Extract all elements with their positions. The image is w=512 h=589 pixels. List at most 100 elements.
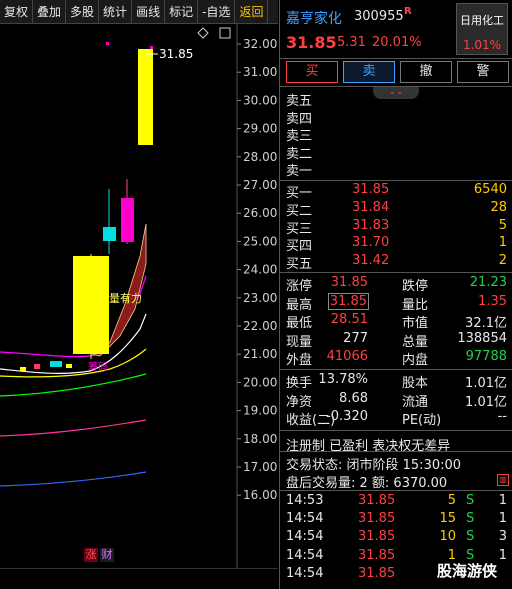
toolbar-stats-button[interactable]: 统计 — [99, 0, 133, 24]
price-axis-label: 26.00 — [243, 206, 277, 220]
stat-row[interactable]: 现量 277 总量 138854 — [280, 330, 512, 350]
divider — [280, 451, 512, 452]
stat-value: 138854 — [457, 330, 507, 346]
stat-value: 1.35 — [478, 293, 507, 309]
stat-label: 市值 — [402, 316, 429, 332]
stat-row[interactable]: 最高 31.85 量比 1.35 — [280, 292, 512, 313]
fundamental-value: 1.01亿 — [465, 376, 507, 391]
bid-label: 买三 — [286, 221, 313, 237]
kline-chart-pane[interactable]: 复权 叠加 多股 统计 画线 标记 -自选 返回 31.85 量有力 筹码 32… — [0, 0, 278, 589]
bid-price: 31.85 — [352, 182, 390, 197]
toolbar-fuquan-button[interactable]: 复权 — [0, 0, 34, 24]
sector-box[interactable]: 日用化工 1.01% — [456, 3, 508, 55]
toolbar-multi-stock-button[interactable]: 多股 — [66, 0, 100, 24]
bid-price: 31.42 — [352, 253, 390, 269]
stat-value: 97788 — [465, 349, 507, 365]
tick-price: 31.85 — [358, 565, 396, 581]
ask-row[interactable]: 卖二 — [280, 143, 512, 162]
chart-dot-1 — [106, 42, 109, 45]
stat-label: 现量 — [286, 334, 313, 350]
bid-row[interactable]: 买五 31.42 2 — [280, 253, 512, 272]
stat-row[interactable]: 最低 28.51 市值 32.1亿 — [280, 312, 512, 332]
price-axis-label: 23.00 — [243, 291, 277, 305]
stat-label: 内盘 — [402, 353, 429, 369]
toolbar-draw-line-button[interactable]: 画线 — [132, 0, 166, 24]
stat-value: 31.85 — [330, 275, 368, 290]
bid-label: 买二 — [286, 203, 313, 219]
price-axis-label: 19.00 — [243, 404, 277, 418]
tick-side: S — [466, 511, 475, 527]
tick-count: 1 — [498, 547, 507, 563]
bid-price: 31.83 — [352, 217, 390, 233]
price-axis-label: 30.00 — [243, 93, 277, 107]
fundamental-row[interactable]: 净资 8.68 流通 1.01亿 — [280, 391, 512, 410]
tick-time: 14:54 — [286, 511, 324, 527]
chart-tag-limit-up[interactable]: 涨 — [84, 548, 98, 562]
ask-row[interactable]: 卖四 — [280, 108, 512, 127]
trade-state-line: 交易状态: 闭市阶段 15:30:00 — [286, 458, 462, 473]
cancel-order-button[interactable]: 撤 — [400, 61, 452, 83]
tick-volume: 10 — [439, 529, 456, 545]
divider — [280, 490, 512, 491]
bid-label: 买一 — [286, 186, 313, 201]
price-axis-label: 24.00 — [243, 263, 277, 277]
stat-value: 28.51 — [330, 312, 368, 328]
stat-row[interactable]: 外盘 41066 内盘 97788 — [280, 349, 512, 369]
stat-value: 21.23 — [469, 275, 507, 290]
toolbar-mark-button[interactable]: 标记 — [165, 0, 199, 24]
buy-button[interactable]: 买 — [286, 61, 338, 83]
price-axis-label: 32.00 — [243, 37, 277, 51]
toolbar-remove-watchlist-button[interactable]: -自选 — [198, 0, 236, 24]
ask-row[interactable]: 卖五 — [280, 90, 512, 109]
tick-row[interactable]: 14:53 31.85 5 S 1 — [280, 493, 512, 511]
ask-label: 卖二 — [286, 146, 313, 162]
price-axis-label: 25.00 — [243, 234, 277, 248]
divider — [280, 58, 512, 59]
fundamental-row[interactable]: 收益(二) -0.320 PE(动) -- — [280, 409, 512, 428]
bid-row[interactable]: 买四 31.70 1 — [280, 235, 512, 254]
alert-button[interactable]: 警 — [457, 61, 509, 83]
tick-count: 1 — [498, 511, 507, 527]
candle-small-3 — [50, 361, 62, 367]
ask-row[interactable]: 卖三 — [280, 125, 512, 144]
candle-magenta — [121, 198, 134, 242]
toolbar-back-button[interactable]: 返回 — [235, 0, 269, 24]
price-axis-label: 29.00 — [243, 122, 277, 136]
fundamental-row[interactable]: 换手 13.78% 股本 1.01亿 — [280, 372, 512, 391]
price-axis-label: 21.00 — [243, 347, 277, 361]
bid-row[interactable]: 买二 31.84 28 — [280, 200, 512, 219]
chart-tag-finance[interactable]: 财 — [100, 548, 114, 562]
chart-toolbar: 复权 叠加 多股 统计 画线 标记 -自选 返回 — [0, 0, 278, 24]
bid-row[interactable]: 买三 31.83 5 — [280, 217, 512, 237]
tick-side: S — [466, 493, 475, 508]
toolbar-overlay-button[interactable]: 叠加 — [33, 0, 67, 24]
divider — [280, 272, 512, 273]
divider — [280, 430, 512, 431]
tick-time: 14:53 — [286, 493, 324, 508]
stat-row[interactable]: 涨停 31.85 跌停 21.23 — [280, 275, 512, 294]
stock-name[interactable]: 嘉亨家化 — [286, 8, 342, 28]
candle-big-yellow — [73, 256, 109, 354]
price-axis-label: 17.00 — [243, 460, 277, 474]
kline-canvas[interactable]: 31.85 量有力 筹码 32.00 31.00 30.00 29.00 28.00 27… — [0, 24, 278, 568]
watermark-text: 股海游侠 — [437, 562, 498, 580]
tick-side: S — [466, 529, 475, 545]
candle-cyan — [103, 227, 116, 241]
stat-value: 41066 — [326, 349, 368, 365]
after-hours-chart-icon[interactable]: ▥ — [497, 474, 509, 486]
tick-row[interactable]: 14:54 31.85 15 S 1 — [280, 511, 512, 529]
tick-row[interactable]: 14:54 31.85 10 S 3 — [280, 529, 512, 547]
quote-header: 嘉亨家化 300955 R 31.85 5.31 20.01% 日用化工 1.0… — [280, 0, 512, 58]
fundamental-value: 1.01亿 — [465, 394, 507, 410]
sell-button[interactable]: 卖 — [343, 61, 395, 83]
chart-corner-box-icon[interactable] — [219, 27, 231, 39]
tick-time: 14:54 — [286, 529, 324, 545]
tick-time: 14:54 — [286, 565, 324, 581]
stat-label: 最低 — [286, 316, 313, 332]
ask-row[interactable]: 卖一 — [280, 160, 512, 179]
ma-line-pink — [0, 419, 147, 437]
fundamental-value: -0.320 — [326, 409, 368, 425]
diamond-icon[interactable] — [197, 27, 209, 39]
stock-code: 300955 — [354, 9, 404, 24]
bid-row[interactable]: 买一 31.85 6540 — [280, 182, 512, 201]
